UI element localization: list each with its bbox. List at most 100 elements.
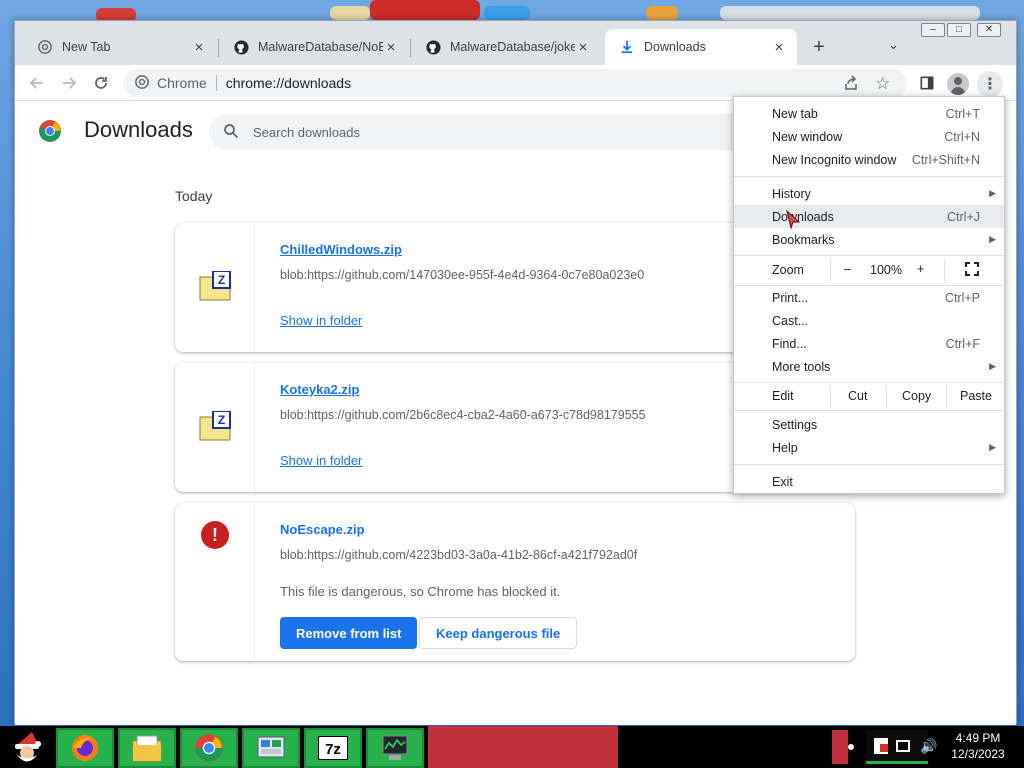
minimize-button[interactable]: – <box>921 23 945 37</box>
taskbar-clock[interactable]: 4:49 PM 12/3/2023 <box>948 730 1008 762</box>
close-tab-icon[interactable]: × <box>383 39 399 56</box>
submenu-arrow-icon: ▶ <box>989 234 996 244</box>
system-tray: 🔊 <box>832 730 952 764</box>
zoom-label: Zoom <box>772 263 804 277</box>
close-tab-icon[interactable]: × <box>575 39 591 56</box>
download-file-link[interactable]: ChilledWindows.zip <box>280 242 402 257</box>
volume-icon[interactable]: 🔊 <box>920 738 937 755</box>
bookmark-star-icon[interactable]: ☆ <box>875 74 890 94</box>
taskbar-7zip-button[interactable]: 7z <box>304 728 362 768</box>
close-tab-icon[interactable]: × <box>191 39 207 56</box>
reload-button[interactable] <box>89 71 113 95</box>
action-center-flag-icon[interactable] <box>874 738 888 754</box>
taskbar-firefox-button[interactable] <box>56 728 114 768</box>
search-downloads-field[interactable]: Search downloads <box>209 114 749 150</box>
keep-dangerous-file-button[interactable]: Keep dangerous file <box>419 617 578 649</box>
side-panel-button[interactable] <box>915 71 939 95</box>
firefox-icon <box>72 735 98 761</box>
submenu-arrow-icon: ▶ <box>989 361 996 371</box>
menu-item-label: New Incognito window <box>772 152 897 167</box>
menu-item-shortcut: Ctrl+P <box>944 290 980 305</box>
menu-item-find[interactable]: Find... Ctrl+F <box>734 332 1004 355</box>
menu-item-cast[interactable]: Cast... <box>734 309 1004 332</box>
remove-from-list-button[interactable]: Remove from list <box>280 617 418 649</box>
download-file-link[interactable]: Koteyka2.zip <box>280 382 359 397</box>
copy-button[interactable]: Copy <box>902 389 931 403</box>
show-in-folder-link[interactable]: Show in folder <box>280 313 362 328</box>
taskbar-control-panel-button[interactable] <box>242 728 300 768</box>
forward-button[interactable] <box>57 71 81 95</box>
menu-item-label: Settings <box>772 417 818 432</box>
chrome-menu-button[interactable]: ⋮ <box>977 71 1003 97</box>
paste-button[interactable]: Paste <box>960 389 992 403</box>
menu-separator <box>734 255 1004 256</box>
menu-item-label: Print... <box>772 290 809 305</box>
menu-separator <box>734 464 1004 465</box>
back-button[interactable] <box>25 71 49 95</box>
tray-dot-icon <box>848 744 854 750</box>
url-text: chrome://downloads <box>225 75 352 91</box>
svg-text:Z: Z <box>218 413 225 427</box>
svg-text:Z: Z <box>218 273 225 287</box>
download-file-name: NoEscape.zip <box>280 522 365 537</box>
site-chip: Chrome <box>157 75 207 91</box>
menu-cell-divider <box>886 385 887 408</box>
close-tab-icon[interactable]: × <box>771 39 787 56</box>
menu-item-exit[interactable]: Exit <box>734 470 1004 493</box>
menu-item-history[interactable]: History ▶ <box>734 182 1004 205</box>
omnibox[interactable]: Chrome chrome://downloads ☆ <box>123 69 907 97</box>
taskbar-file-manager-button[interactable] <box>118 728 176 768</box>
zoom-in-button[interactable]: + <box>917 262 924 276</box>
download-source-url: blob:https://github.com/147030ee-955f-4e… <box>280 268 645 282</box>
submenu-arrow-icon: ▶ <box>989 442 996 452</box>
menu-cell-divider <box>944 259 945 282</box>
chrome-icon <box>135 74 149 92</box>
new-tab-button[interactable]: + <box>808 37 830 57</box>
github-icon <box>425 39 441 55</box>
side-panel-icon <box>920 76 934 90</box>
menu-item-more-tools[interactable]: More tools ▶ <box>734 355 1004 378</box>
tab-strip: – □ ✕ New Tab × MalwareDatabase/NoEsc × … <box>15 21 1016 65</box>
cut-button[interactable]: Cut <box>848 389 867 403</box>
menu-item-label: Help <box>772 440 798 455</box>
submenu-arrow-icon: ▶ <box>989 188 996 198</box>
fullscreen-icon[interactable] <box>965 262 979 279</box>
chrome-logo-icon <box>38 119 62 143</box>
desktop-wallpaper-fragment <box>370 0 480 20</box>
share-icon[interactable] <box>843 75 859 94</box>
tab-search-chevron-icon[interactable]: ⌄ <box>888 37 899 53</box>
page-title: Downloads <box>84 117 193 142</box>
menu-item-new-incognito[interactable]: New Incognito window Ctrl+Shift+N <box>734 148 1004 171</box>
close-window-button[interactable]: ✕ <box>977 23 1001 37</box>
zip-file-icon: Z <box>199 270 231 301</box>
start-button[interactable] <box>0 726 54 768</box>
taskbar-task-manager-button[interactable] <box>366 728 424 768</box>
tray-decoration <box>832 730 848 764</box>
menu-item-bookmarks[interactable]: Bookmarks ▶ <box>734 228 1004 251</box>
download-source-url: blob:https://github.com/4223bd03-3a0a-41… <box>280 548 638 562</box>
zip-file-icon: Z <box>199 410 231 441</box>
menu-item-help[interactable]: Help ▶ <box>734 436 1004 459</box>
network-icon[interactable] <box>896 740 910 752</box>
download-source-url: blob:https://github.com/2b6c8ec4-cba2-4a… <box>280 408 646 422</box>
maximize-button[interactable]: □ <box>947 23 971 37</box>
menu-item-settings[interactable]: Settings <box>734 413 1004 436</box>
zoom-out-button[interactable]: – <box>844 262 851 276</box>
chrome-icon <box>37 39 53 55</box>
search-icon <box>223 123 239 142</box>
task-manager-icon <box>382 735 408 760</box>
taskbar-chrome-button[interactable] <box>180 728 238 768</box>
tab-new-tab[interactable]: New Tab × <box>23 29 217 65</box>
menu-item-label: History <box>772 186 811 201</box>
show-in-folder-link[interactable]: Show in folder <box>280 453 362 468</box>
menu-item-new-tab[interactable]: New tab Ctrl+T <box>734 102 1004 125</box>
taskbar-decoration <box>428 726 618 768</box>
menu-item-new-window[interactable]: New window Ctrl+N <box>734 125 1004 148</box>
profile-avatar[interactable] <box>947 73 969 95</box>
tab-downloads[interactable]: Downloads × <box>605 29 797 65</box>
tab-github-noescape[interactable]: MalwareDatabase/NoEsc × <box>219 29 409 65</box>
menu-item-downloads[interactable]: Downloads Ctrl+J <box>734 205 1004 228</box>
menu-item-label: Exit <box>772 474 793 489</box>
menu-item-print[interactable]: Print... Ctrl+P <box>734 286 1004 309</box>
tab-github-jokes[interactable]: MalwareDatabase/jokes × <box>411 29 601 65</box>
